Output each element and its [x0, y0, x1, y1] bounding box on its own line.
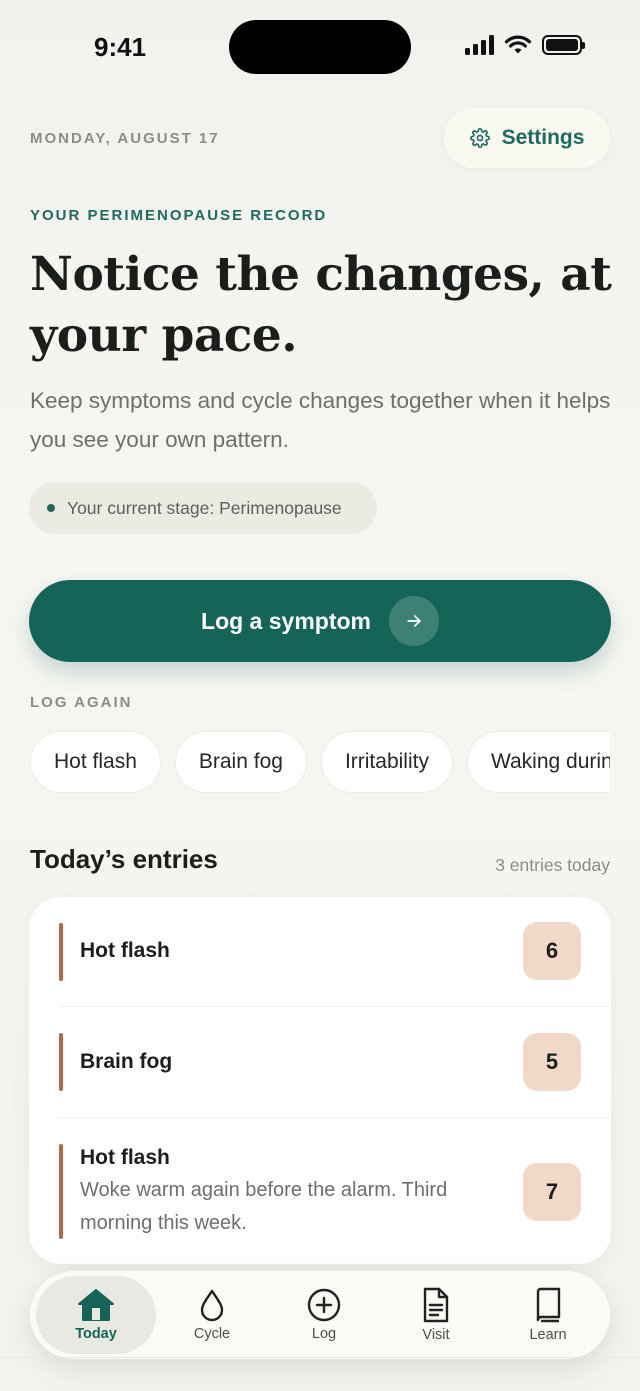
battery-icon — [542, 35, 585, 55]
home-indicator — [0, 1357, 640, 1358]
stage-badge: Your current stage: Perimenopause — [29, 482, 377, 534]
drop-icon — [200, 1289, 224, 1322]
page-title: Notice the changes, at your pace. — [30, 247, 612, 363]
status-bar: 9:41 — [0, 0, 640, 94]
plus-circle-icon — [307, 1288, 341, 1322]
settings-button[interactable]: Settings — [444, 108, 610, 168]
page-subtitle: Keep symptoms and cycle changes together… — [30, 388, 611, 452]
status-dot-icon — [47, 504, 55, 512]
tab-bar: Today Cycle Log Visit Learn — [30, 1271, 610, 1359]
entries-count: 3 entries today — [495, 855, 610, 875]
entry-accent-bar — [59, 1144, 63, 1239]
entries-list: Hot flash 6 Brain fog 5 Hot flash Woke w… — [29, 897, 611, 1264]
entry-item[interactable]: Hot flash 6 — [29, 897, 611, 1007]
dynamic-island — [229, 20, 411, 74]
gear-icon — [469, 128, 490, 148]
book-icon — [536, 1287, 561, 1323]
log-symptom-button[interactable]: Log a symptom — [29, 580, 611, 662]
tab-label: Cycle — [193, 1326, 231, 1342]
severity-badge: 5 — [523, 1033, 581, 1091]
severity-badge: 6 — [523, 922, 581, 980]
log-again-heading: LOG AGAIN — [30, 694, 133, 711]
entry-item[interactable]: Hot flash Woke warm again before the ala… — [29, 1118, 611, 1264]
entry-title: Hot flash — [80, 1146, 170, 1169]
status-time: 9:41 — [94, 32, 147, 62]
settings-label: Settings — [501, 126, 585, 149]
tab-learn[interactable]: Learn — [492, 1276, 604, 1354]
entry-item[interactable]: Brain fog 5 — [29, 1007, 611, 1117]
entry-title: Hot flash — [80, 939, 170, 962]
tab-label: Learn — [529, 1327, 567, 1343]
tab-log[interactable]: Log — [268, 1276, 380, 1354]
entry-title: Brain fog — [80, 1050, 173, 1073]
tab-visit[interactable]: Visit — [380, 1276, 492, 1354]
tab-cycle[interactable]: Cycle — [156, 1276, 268, 1354]
entry-note: Woke warm again before the alarm. Third … — [80, 1179, 448, 1234]
tab-label: Today — [75, 1326, 117, 1342]
entries-title: Today’s entries — [30, 844, 218, 874]
stage-text: Your current stage: Perimenopause — [67, 497, 342, 518]
chip-waking-during-night[interactable]: Waking during the night — [466, 731, 610, 793]
entry-accent-bar — [59, 1033, 63, 1091]
home-icon — [78, 1289, 114, 1321]
cellular-signal-icon — [465, 35, 494, 55]
chip-hot-flash[interactable]: Hot flash — [30, 731, 161, 793]
entry-accent-bar — [59, 923, 63, 981]
tab-label: Log — [311, 1326, 337, 1342]
document-icon — [423, 1287, 449, 1323]
log-symptom-label: Log a symptom — [201, 607, 371, 634]
chip-brain-fog[interactable]: Brain fog — [174, 731, 307, 793]
severity-badge: 7 — [523, 1163, 581, 1221]
chip-irritability[interactable]: Irritability — [320, 731, 453, 793]
date-label: MONDAY, AUGUST 17 — [30, 130, 220, 147]
section-kicker: YOUR PERIMENOPAUSE RECORD — [30, 207, 328, 224]
wifi-icon — [504, 35, 532, 54]
quick-log-chips: Hot flash Brain fog Irritability Waking … — [30, 731, 610, 795]
tab-label: Visit — [422, 1327, 450, 1343]
status-icons — [465, 35, 585, 55]
arrow-right-icon — [388, 596, 439, 646]
tab-today[interactable]: Today — [36, 1276, 156, 1354]
